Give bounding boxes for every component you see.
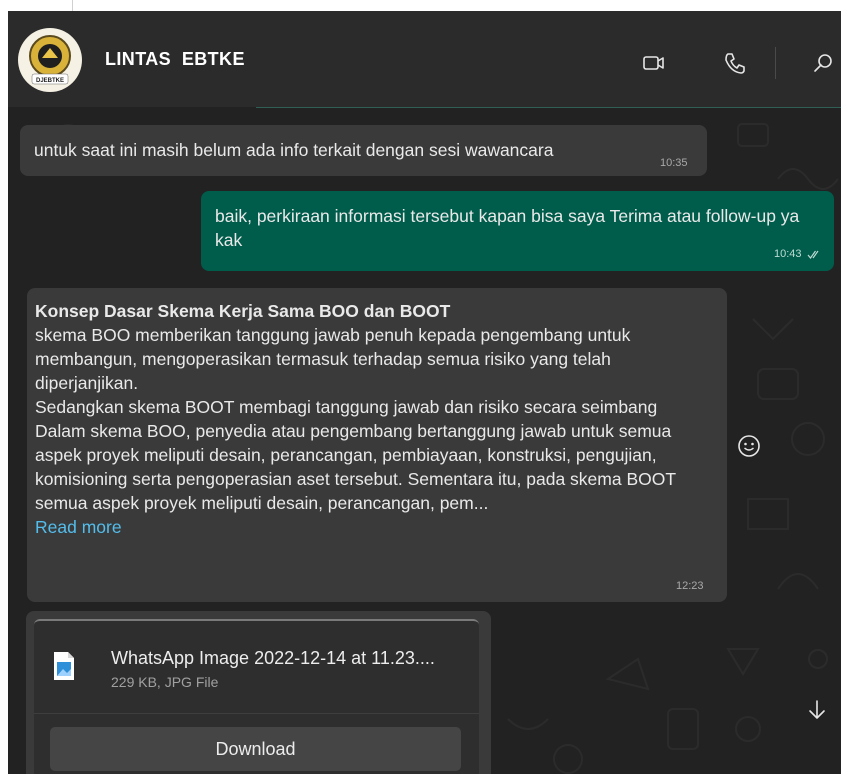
message-time: 10:35 (660, 157, 688, 169)
message-text: untuk saat ini masih belum ada info terk… (34, 140, 554, 160)
voice-call-button[interactable] (720, 49, 748, 77)
left-edge (0, 0, 8, 774)
message-time: 12:23 (676, 580, 704, 592)
message-paragraph: skema BOO memberikan tanggung jawab penu… (35, 325, 631, 393)
chat-window: DJEBTKE LINTAS EBTKE untuk saat ini masi… (8, 11, 841, 774)
header-divider (256, 107, 841, 108)
video-call-button[interactable] (640, 49, 668, 77)
message-body: Konsep Dasar Skema Kerja Sama BOO dan BO… (35, 299, 715, 539)
video-camera-icon (643, 56, 664, 70)
incoming-message[interactable]: Konsep Dasar Skema Kerja Sama BOO dan BO… (27, 288, 727, 602)
phone-icon (725, 53, 745, 74)
top-edge (0, 0, 841, 11)
group-name[interactable]: LINTAS EBTKE (105, 49, 245, 70)
incoming-file-message: WhatsApp Image 2022-12-14 at 11.23.... 2… (26, 611, 491, 774)
arrow-down-icon (809, 700, 825, 719)
scroll-to-bottom-button[interactable] (804, 697, 830, 723)
incoming-message[interactable]: untuk saat ini masih belum ada info terk… (20, 125, 707, 176)
react-emoji-button[interactable] (736, 433, 762, 459)
smiley-icon (738, 435, 760, 457)
file-divider (34, 713, 479, 714)
header-separator (775, 47, 776, 79)
file-meta: 229 KB, JPG File (111, 674, 219, 690)
group-avatar[interactable]: DJEBTKE (18, 28, 82, 92)
search-button[interactable] (809, 49, 837, 77)
file-card[interactable]: WhatsApp Image 2022-12-14 at 11.23.... 2… (34, 619, 479, 774)
file-name: WhatsApp Image 2022-12-14 at 11.23.... (111, 648, 435, 668)
search-icon (814, 54, 832, 72)
avatar-label: DJEBTKE (36, 78, 64, 84)
message-time-status: 10:43 (774, 248, 821, 260)
message-paragraph: Sedangkan skema BOOT membagi tanggung ja… (35, 397, 658, 417)
chat-header: DJEBTKE LINTAS EBTKE (8, 11, 841, 107)
image-file-icon (54, 652, 74, 680)
download-button[interactable]: Download (50, 727, 461, 771)
message-text: baik, perkiraan informasi tersebut kapan… (215, 206, 800, 250)
message-time: 10:43 (774, 248, 802, 260)
read-more-link[interactable]: Read more (35, 515, 122, 539)
double-check-icon (807, 250, 819, 259)
message-paragraph: Dalam skema BOO, penyedia atau pengemban… (35, 421, 676, 513)
outgoing-message[interactable]: baik, perkiraan informasi tersebut kapan… (201, 191, 834, 271)
message-title: Konsep Dasar Skema Kerja Sama BOO dan BO… (35, 301, 451, 321)
